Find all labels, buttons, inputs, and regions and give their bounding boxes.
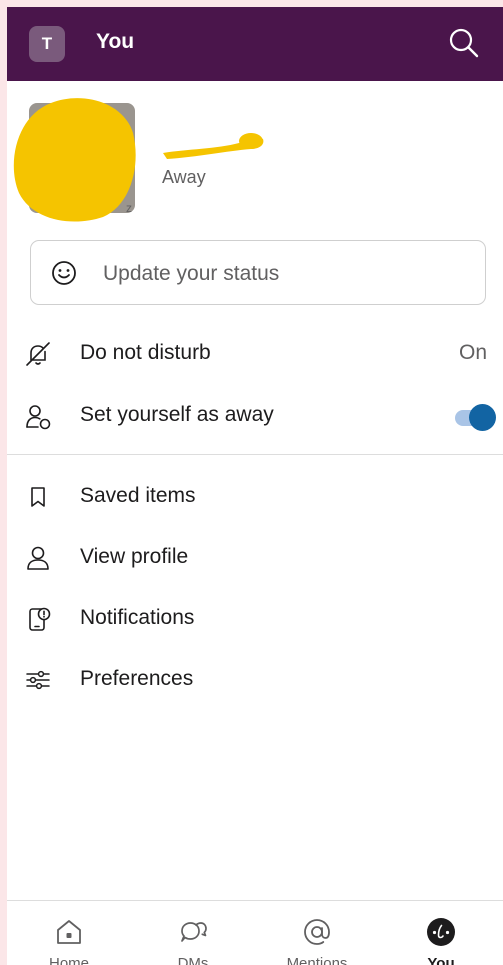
- smiley-icon: [52, 261, 76, 285]
- page-title: You: [96, 30, 135, 53]
- workspace-badge[interactable]: T: [29, 26, 65, 62]
- name-redaction: [163, 133, 264, 159]
- chat-bubbles-icon: [181, 922, 207, 942]
- nav-label: Home: [48, 955, 89, 965]
- menu-item-preferences[interactable]: Preferences: [7, 652, 503, 708]
- you-avatar-icon: [427, 918, 455, 946]
- person-away-icon: [26, 405, 51, 430]
- app-window: T You z Away Update your status Do not d…: [7, 7, 503, 965]
- menu-item-label: Preferences: [80, 667, 194, 690]
- menu-item-saved[interactable]: Saved items: [7, 469, 503, 525]
- search-icon[interactable]: [448, 27, 480, 59]
- dnd-value: On: [458, 341, 487, 364]
- status-placeholder: Update your status: [103, 262, 280, 285]
- section-divider: [7, 454, 503, 455]
- away-indicator: z: [126, 201, 132, 215]
- nav-label: DMs: [177, 955, 209, 965]
- nav-home[interactable]: Home: [7, 901, 131, 965]
- menu-item-label: Notifications: [80, 606, 195, 629]
- menu-item-notifications[interactable]: Notifications: [7, 591, 503, 647]
- nav-dms[interactable]: DMs: [131, 901, 255, 965]
- presence-status: Away: [162, 167, 206, 187]
- bell-off-icon: [26, 342, 50, 366]
- person-icon: [27, 546, 49, 570]
- do-not-disturb-row[interactable]: Do not disturb On: [7, 326, 503, 382]
- bookmark-icon: [31, 487, 45, 507]
- at-icon: [304, 919, 330, 945]
- away-toggle[interactable]: [455, 404, 496, 431]
- away-label: Set yourself as away: [80, 403, 274, 426]
- bottom-nav: Home DMs Mentions You: [7, 900, 503, 965]
- menu-item-label: View profile: [80, 545, 189, 568]
- redaction-blob: [13, 98, 136, 222]
- toggle-knob: [469, 404, 496, 431]
- menu-item-profile[interactable]: View profile: [7, 530, 503, 586]
- phone-notification-icon: [29, 607, 51, 631]
- sliders-icon: [26, 670, 50, 690]
- update-status-field[interactable]: Update your status: [30, 240, 486, 305]
- away-row[interactable]: Set yourself as away: [7, 388, 503, 444]
- nav-mentions[interactable]: Mentions: [255, 901, 379, 965]
- home-icon: [57, 920, 81, 944]
- nav-label: Mentions: [286, 955, 348, 965]
- menu-item-label: Saved items: [80, 484, 196, 507]
- nav-you[interactable]: You: [379, 901, 503, 965]
- nav-label: You: [427, 955, 455, 965]
- dnd-label: Do not disturb: [80, 341, 211, 364]
- top-header: T You: [7, 7, 503, 81]
